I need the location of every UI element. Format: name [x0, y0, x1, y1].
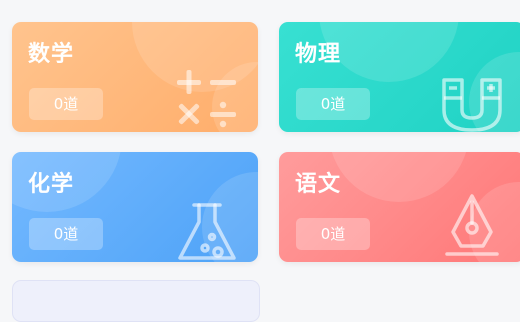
subject-card-chemistry[interactable]: 化学 0道 [12, 152, 258, 262]
magnet-icon [442, 78, 502, 132]
flask-icon [178, 203, 236, 260]
question-count-badge: 0道 [296, 88, 370, 120]
subject-title: 语文 [295, 172, 342, 197]
question-count-badge: 0道 [29, 88, 103, 120]
subject-title: 物理 [295, 42, 342, 67]
subject-card-math[interactable]: 数学 0道 [12, 22, 258, 132]
question-count-badge: 0道 [296, 218, 370, 250]
question-count-badge: 0道 [29, 218, 103, 250]
math-operators-icon [177, 70, 236, 128]
subject-card-partial[interactable] [12, 280, 260, 322]
subject-title: 数学 [28, 42, 75, 67]
subject-title: 化学 [28, 172, 75, 197]
pen-nib-icon [445, 194, 499, 256]
subject-card-chinese[interactable]: 语文 0道 [279, 152, 520, 262]
subject-card-physics[interactable]: 物理 0道 [279, 22, 520, 132]
